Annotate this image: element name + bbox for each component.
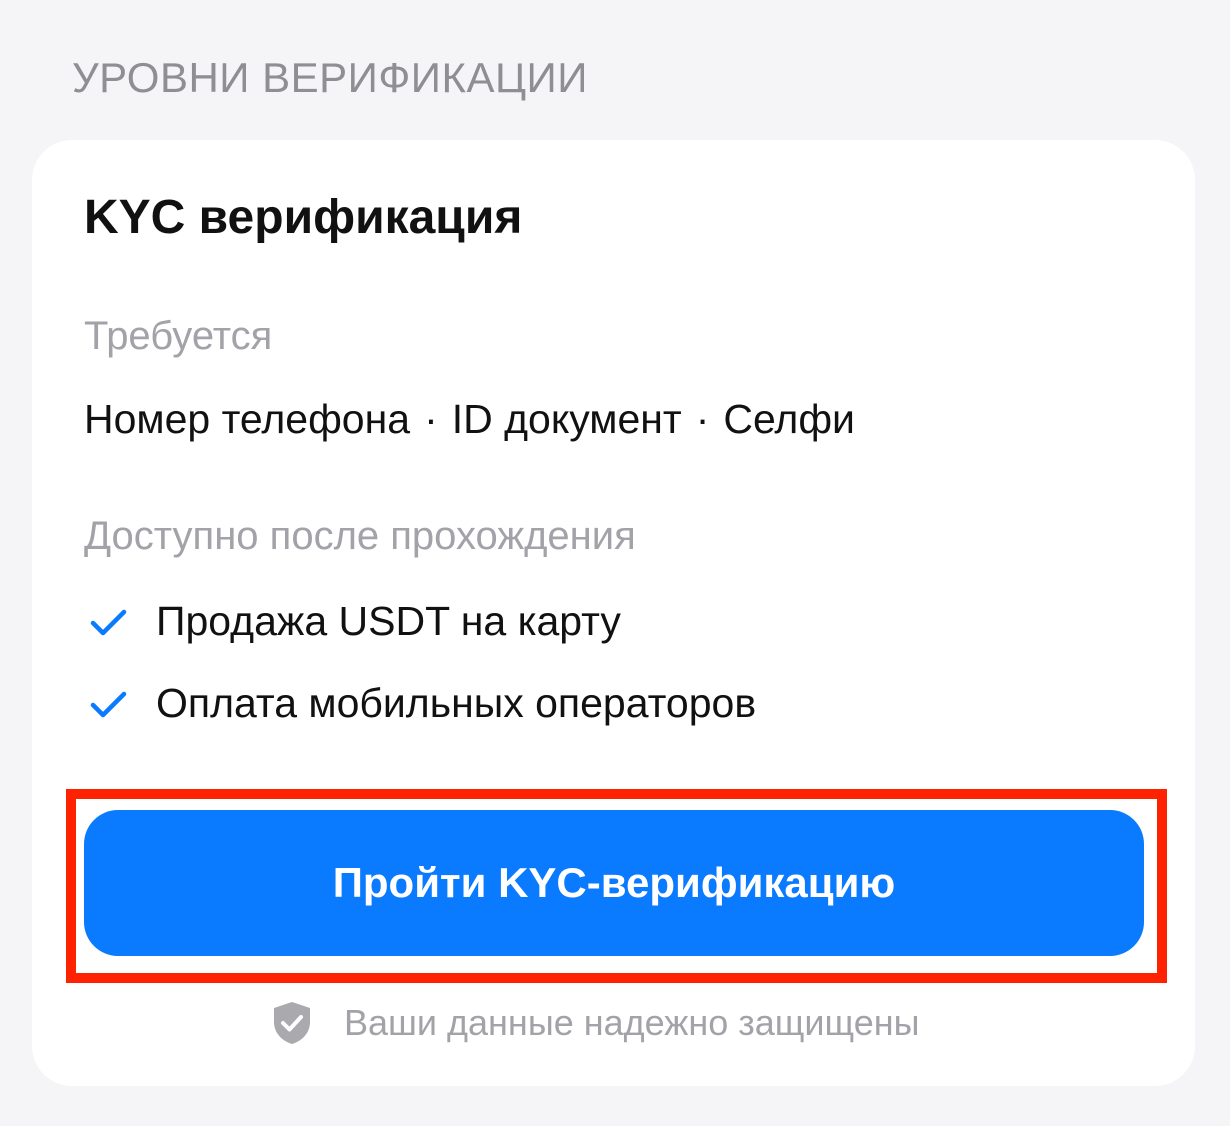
requirement-item: Номер телефона: [84, 396, 411, 442]
card-title: KYC верификация: [84, 191, 523, 244]
requirement-item: Селфи: [723, 396, 855, 442]
feature-item: Оплата мобильных операторов: [88, 680, 756, 727]
required-label: Требуется: [84, 314, 273, 358]
start-kyc-button[interactable]: Пройти KYC-верификацию: [84, 810, 1144, 956]
shield-check-icon: [274, 1002, 310, 1044]
separator-dot: ·: [424, 396, 438, 442]
requirement-item: ID документ: [451, 396, 682, 442]
checkmark-icon: [90, 691, 127, 717]
feature-item: Продажа USDT на карту: [88, 598, 621, 645]
feature-label: Продажа USDT на карту: [156, 598, 621, 644]
secure-note: Ваши данные надежно защищены: [270, 1000, 919, 1046]
secure-text: Ваши данные надежно защищены: [344, 1002, 920, 1043]
feature-label: Оплата мобильных операторов: [156, 680, 757, 726]
available-label: Доступно после прохождения: [84, 514, 636, 558]
separator-dot: ·: [695, 396, 710, 442]
section-title: УРОВНИ ВЕРИФИКАЦИИ: [72, 54, 588, 101]
requirements-list: Номер телефона · ID документ · Селфи: [84, 396, 855, 443]
checkmark-icon: [90, 609, 127, 635]
